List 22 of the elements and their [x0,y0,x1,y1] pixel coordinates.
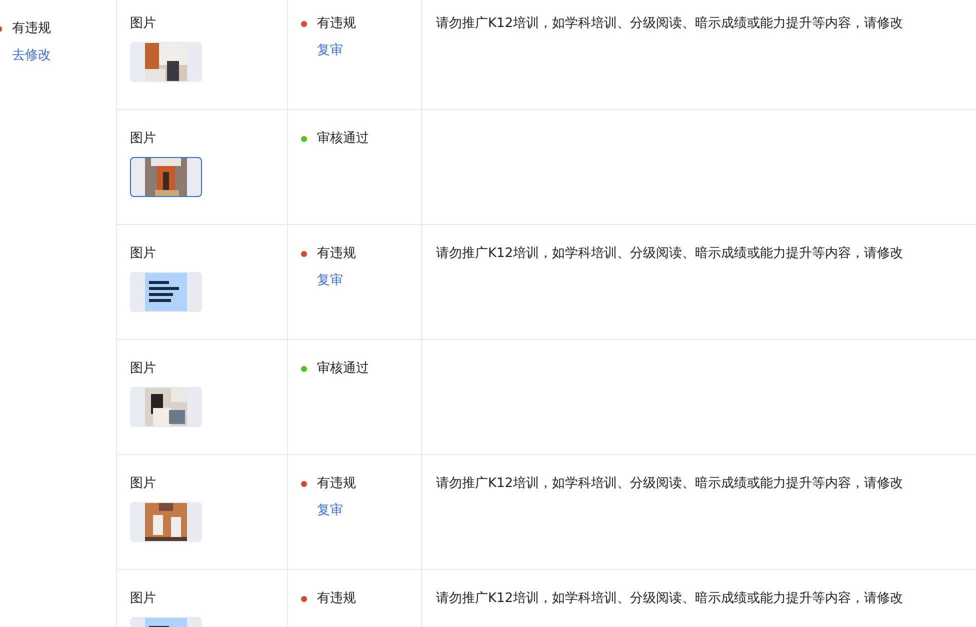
violation-reason: 请勿推广K12培训，如学科培训、分级阅读、暗示成绩或能力提升等内容，请修改 [436,16,904,31]
status-label: 审核通过 [317,360,369,378]
violation-reason: 请勿推广K12培训，如学科培训、分级阅读、暗示成绩或能力提升等内容，请修改 [436,591,904,606]
review-link[interactable]: 复审 [317,502,343,520]
status-label: 审核通过 [317,130,369,148]
status-label: 有违规 [317,590,356,608]
review-link[interactable]: 复审 [317,272,343,290]
content-type: 图片 [130,245,156,263]
edit-link[interactable]: 去修改 [12,47,116,65]
violation-reason: 请勿推广K12培训，如学科培训、分级阅读、暗示成绩或能力提升等内容，请修改 [436,476,904,491]
status-label: 有违规 [317,15,356,33]
status-label: 有违规 [12,20,51,38]
content-type: 图片 [130,590,156,608]
content-type: 图片 [130,15,156,33]
status-label: 有违规 [317,245,356,263]
content-type: 图片 [130,130,156,148]
violation-reason: 请勿推广K12培训，如学科培训、分级阅读、暗示成绩或能力提升等内容，请修改 [436,246,904,261]
content-type: 图片 [130,475,156,493]
thumbnail[interactable] [130,157,202,197]
review-link[interactable]: 复审 [317,42,343,60]
content-type: 图片 [130,360,156,378]
status-label: 有违规 [317,475,356,493]
